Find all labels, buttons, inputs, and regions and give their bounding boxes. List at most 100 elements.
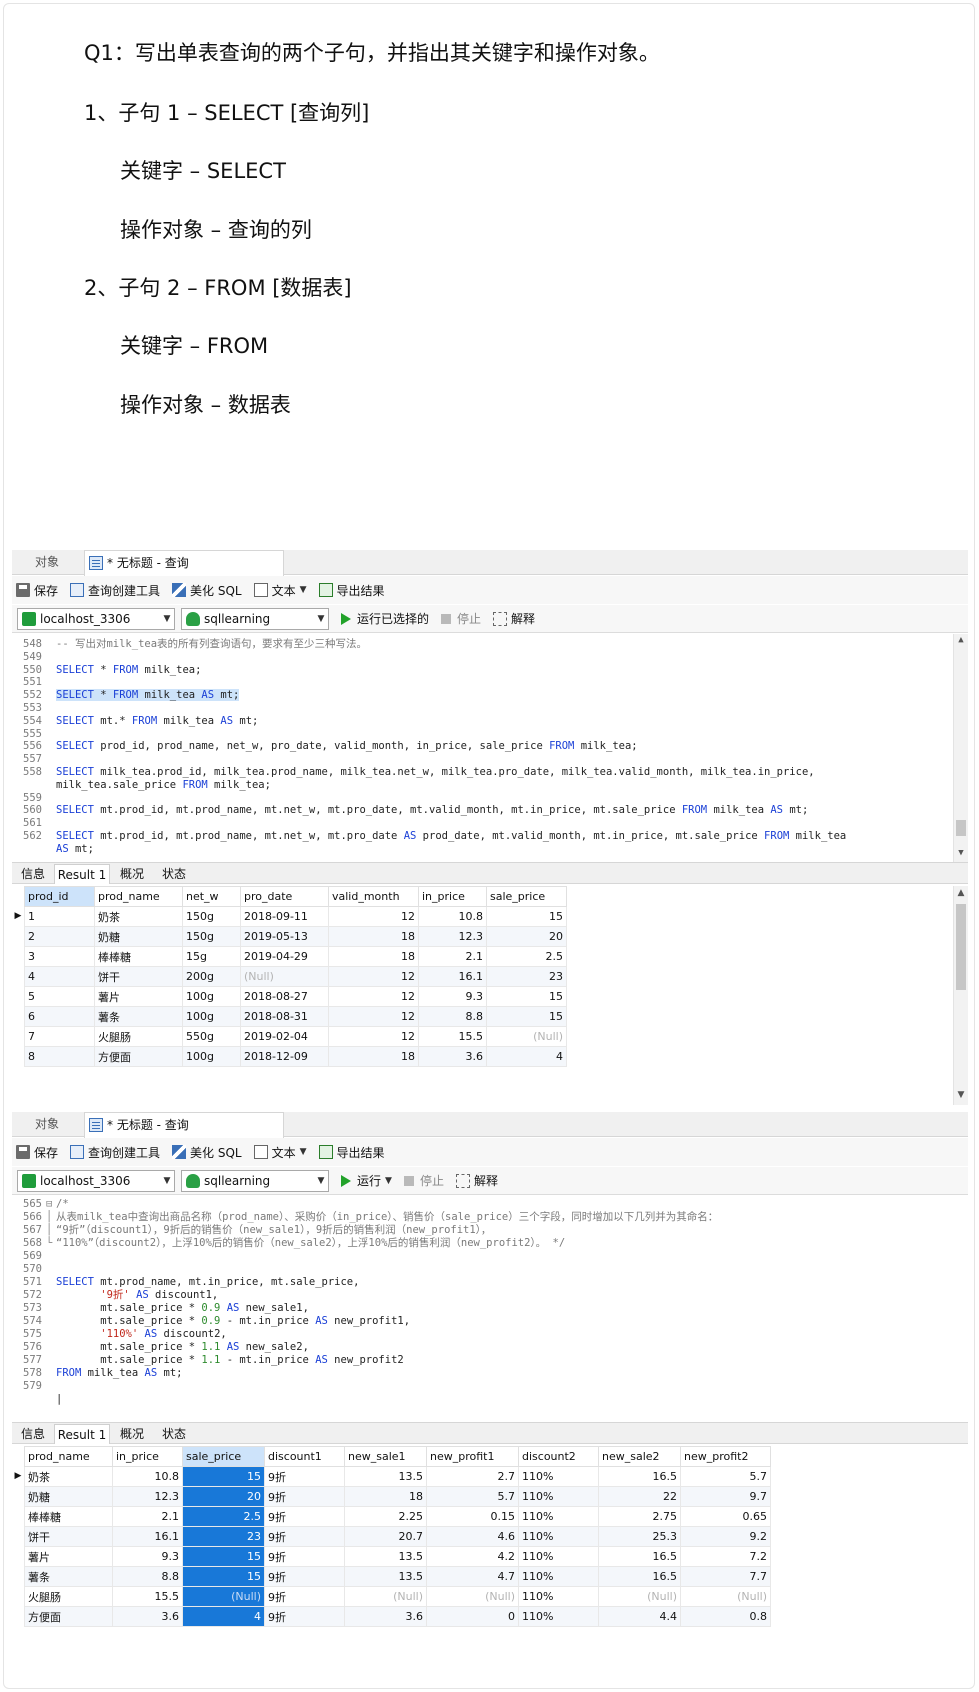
table-cell[interactable]: 12: [328, 966, 419, 987]
table-row[interactable]: 奶茶 10.8 15 9折 13.5 2.7 110% 16.5 5.7: [24, 1466, 771, 1487]
beautify-sql-button[interactable]: 美化 SQL: [172, 582, 242, 599]
table-row[interactable]: 3 棒棒糖 15g 2019-04-29 18 2.1 2.5: [24, 946, 567, 967]
code-line[interactable]: 577 mt.sale_price * 1.1 - mt.in_price AS…: [12, 1354, 962, 1367]
text-button[interactable]: 文本 ▼: [253, 1144, 307, 1161]
table-cell[interactable]: 23: [486, 966, 567, 987]
table-row[interactable]: 5 薯片 100g 2018-08-27 12 9.3 15: [24, 986, 567, 1007]
code-line[interactable]: 560 SELECT mt.prod_id, mt.prod_name, mt.n…: [12, 804, 962, 817]
table-cell[interactable]: 薯片: [24, 1546, 113, 1567]
table-cell[interactable]: 15: [486, 906, 567, 927]
code-line[interactable]: AS mt;: [12, 843, 962, 856]
table-cell[interactable]: 2018-08-31: [240, 1006, 329, 1027]
column-header[interactable]: valid_month: [328, 886, 419, 907]
table-cell[interactable]: 2018-12-09: [240, 1046, 329, 1067]
table-cell[interactable]: 2018-09-11: [240, 906, 329, 927]
table-cell[interactable]: (Null): [240, 966, 329, 987]
table-cell[interactable]: 5.7: [426, 1486, 519, 1507]
tab-info[interactable]: 信息: [16, 1424, 50, 1444]
table-cell[interactable]: 奶糖: [24, 1486, 113, 1507]
code-line[interactable]: 578 FROM milk_tea AS mt;: [12, 1367, 962, 1380]
table-cell[interactable]: 9.3: [112, 1546, 183, 1567]
code-line[interactable]: 557: [12, 753, 962, 766]
table-cell[interactable]: 18: [328, 946, 419, 967]
table-cell[interactable]: (Null): [182, 1586, 265, 1607]
table-cell[interactable]: 110%: [518, 1466, 599, 1487]
table-cell[interactable]: 薯条: [24, 1566, 113, 1587]
connection-select[interactable]: localhost_3306 ▼: [17, 607, 175, 630]
table-cell[interactable]: 18: [328, 1046, 419, 1067]
table-cell[interactable]: 20.7: [344, 1526, 427, 1547]
table-cell[interactable]: 8: [24, 1046, 95, 1067]
query-builder-button[interactable]: 查询创建工具: [70, 582, 160, 599]
connection-select[interactable]: localhost_3306 ▼: [17, 1169, 175, 1192]
table-cell[interactable]: 棒棒糖: [24, 1506, 113, 1527]
table-cell[interactable]: 9折: [264, 1466, 345, 1487]
table-cell[interactable]: 2.1: [112, 1506, 183, 1527]
table-cell[interactable]: 9折: [264, 1546, 345, 1567]
table-cell[interactable]: 16.5: [598, 1546, 681, 1567]
column-header[interactable]: new_sale1: [344, 1446, 427, 1467]
table-cell[interactable]: 12.3: [112, 1486, 183, 1507]
column-header[interactable]: in_price: [418, 886, 487, 907]
table-cell[interactable]: 2.5: [182, 1506, 265, 1527]
table-cell[interactable]: 4.6: [426, 1526, 519, 1547]
export-results-button[interactable]: 导出结果: [318, 582, 385, 599]
table-row[interactable]: 方便面 3.6 4 9折 3.6 0 110% 4.4 0.8: [24, 1606, 771, 1627]
column-header[interactable]: prod_name: [24, 1446, 113, 1467]
table-cell[interactable]: 16.5: [598, 1466, 681, 1487]
table-cell[interactable]: 16.1: [112, 1526, 183, 1547]
explain-button[interactable]: 解释: [493, 610, 535, 627]
table-cell[interactable]: 13.5: [344, 1546, 427, 1567]
table-cell[interactable]: 15: [486, 986, 567, 1007]
code-line[interactable]: 576 mt.sale_price * 1.1 AS new_sale2,: [12, 1341, 962, 1354]
column-header[interactable]: new_sale2: [598, 1446, 681, 1467]
table-cell[interactable]: 2019-05-13: [240, 926, 329, 947]
table-cell[interactable]: 25.3: [598, 1526, 681, 1547]
scroll-down-icon[interactable]: ▼: [954, 1090, 968, 1100]
table-cell[interactable]: 23: [182, 1526, 265, 1547]
table-cell[interactable]: 550g: [182, 1026, 241, 1047]
table-cell[interactable]: 110%: [518, 1506, 599, 1527]
table-cell[interactable]: 15: [182, 1566, 265, 1587]
code-line[interactable]: 574 mt.sale_price * 0.9 - mt.in_price AS…: [12, 1315, 962, 1328]
table-cell[interactable]: 1: [24, 906, 95, 927]
table-cell[interactable]: 10.8: [112, 1466, 183, 1487]
table-row[interactable]: 奶糖 12.3 20 9折 18 5.7 110% 22 9.7: [24, 1486, 771, 1507]
table-cell[interactable]: 3: [24, 946, 95, 967]
table-cell[interactable]: 3.6: [344, 1606, 427, 1627]
table-cell[interactable]: 0: [426, 1606, 519, 1627]
sql-editor[interactable]: 565 ⊟/* 566 │ 从表milk_tea中查询出商品名称（prod_name）、…: [12, 1196, 968, 1420]
table-row[interactable]: 7 火腿肠 550g 2019-02-04 12 15.5 (Null): [24, 1026, 567, 1047]
run-selected-button[interactable]: 运行已选择的: [341, 610, 429, 627]
table-cell[interactable]: 3.6: [418, 1046, 487, 1067]
table-cell[interactable]: 9折: [264, 1606, 345, 1627]
table-cell[interactable]: 4: [486, 1046, 567, 1067]
table-cell[interactable]: 9.2: [680, 1526, 771, 1547]
table-cell[interactable]: 15: [486, 1006, 567, 1027]
table-cell[interactable]: 9折: [264, 1566, 345, 1587]
table-cell[interactable]: 0.65: [680, 1506, 771, 1527]
table-cell[interactable]: 13.5: [344, 1566, 427, 1587]
code-line[interactable]: 572 '9折' AS discount1,: [12, 1289, 962, 1302]
table-cell[interactable]: 12: [328, 1026, 419, 1047]
tab-profile[interactable]: 概况: [114, 1424, 150, 1444]
explain-button[interactable]: 解释: [455, 1172, 498, 1189]
stop-button[interactable]: 停止: [403, 1172, 444, 1189]
text-button[interactable]: 文本 ▼: [253, 582, 307, 599]
tab-info[interactable]: 信息: [16, 864, 50, 884]
code-line[interactable]: 565 ⊟/*: [12, 1198, 962, 1211]
table-cell[interactable]: 12: [328, 906, 419, 927]
table-cell[interactable]: 110%: [518, 1486, 599, 1507]
code-line[interactable]: 561: [12, 817, 962, 830]
table-cell[interactable]: 200g: [182, 966, 241, 987]
table-cell[interactable]: 4: [182, 1606, 265, 1627]
code-line[interactable]: 573 mt.sale_price * 0.9 AS new_sale1,: [12, 1302, 962, 1315]
table-cell[interactable]: 7: [24, 1026, 95, 1047]
column-header[interactable]: discount2: [518, 1446, 599, 1467]
table-cell[interactable]: 0.8: [680, 1606, 771, 1627]
code-line[interactable]: 571 SELECT mt.prod_name, mt.in_price, mt.…: [12, 1276, 962, 1289]
beautify-sql-button[interactable]: 美化 SQL: [172, 1144, 242, 1161]
code-line[interactable]: 550 SELECT * FROM milk_tea;: [12, 664, 962, 677]
table-cell[interactable]: 火腿肠: [94, 1026, 183, 1047]
table-cell[interactable]: 奶糖: [94, 926, 183, 947]
